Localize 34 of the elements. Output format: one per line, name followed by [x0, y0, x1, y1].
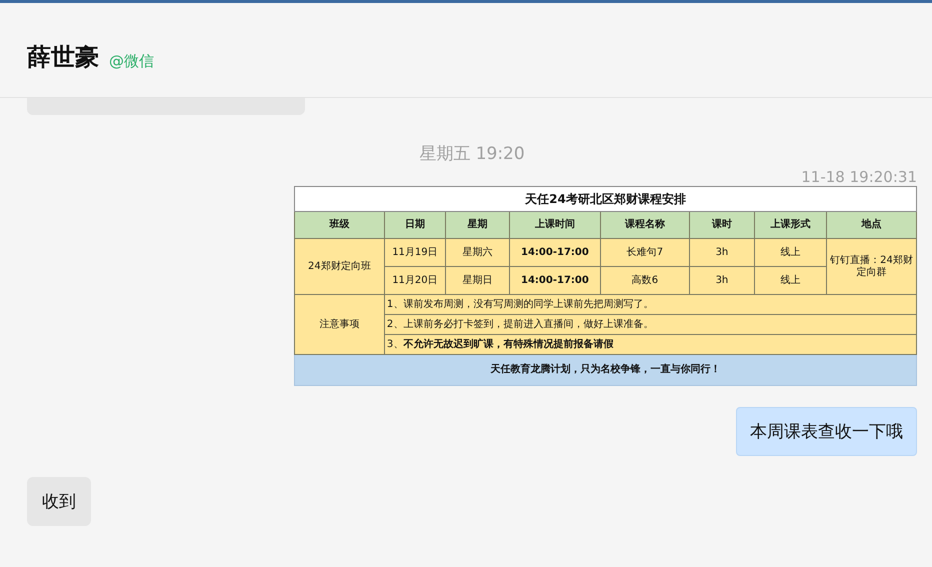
table-cell: 14:00-17:00 [509, 266, 600, 294]
table-cell: 班级 [294, 212, 384, 238]
table-cell: 注意事项 [294, 294, 384, 354]
date-separator: 星期五 19:20 [418, 143, 526, 165]
table-cell: 11月20日 [384, 266, 446, 294]
table-cell: 3h [689, 266, 754, 294]
table-cell: 1、课前发布周测，没有写周测的同学上课前先把周测写了。 [384, 294, 916, 314]
message-timestamp: 11-18 19:20:31 [800, 168, 917, 186]
contact-name: 薛世豪 [27, 42, 99, 73]
table-cell: 星期六 [445, 238, 510, 266]
table-cell: 天任教育龙腾计划，只为名校争锋，一直与你同行！ [294, 354, 916, 386]
table-cell: 长难句7 [600, 238, 690, 266]
table-cell: 线上 [754, 266, 826, 294]
table-cell: 线上 [754, 238, 826, 266]
table-cell: 3h [689, 238, 754, 266]
table-cell: 14:00-17:00 [509, 238, 600, 266]
contact-source: @微信 [109, 52, 154, 72]
table-cell: 星期 [445, 212, 510, 238]
table-cell: 课程名称 [600, 212, 690, 238]
table-cell: 星期日 [445, 266, 510, 294]
message-bubble: 本周课表查收一下哦 [736, 407, 917, 456]
table-cell: 钉钉直播：24郑财定向群 [826, 238, 916, 294]
table-cell: 24郑财定向班 [294, 238, 384, 294]
table-cell: 日期 [384, 212, 446, 238]
table-cell: 3、不允许无故迟到旷课，有特殊情况提前报备请假 [384, 334, 916, 354]
table-cell: 2、上课前务必打卡签到，提前进入直播间，做好上课准备。 [384, 314, 916, 334]
table-cell: 11月19日 [384, 238, 446, 266]
table-cell: 高数6 [600, 266, 690, 294]
table-cell: 上课时间 [509, 212, 600, 238]
table-cell: 天任24考研北区郑财课程安排 [294, 186, 916, 212]
table-cell: 上课形式 [754, 212, 826, 238]
table-cell: 课时 [689, 212, 754, 238]
table-cell: 地点 [826, 212, 916, 238]
message-bubble: 收到 [27, 477, 91, 526]
